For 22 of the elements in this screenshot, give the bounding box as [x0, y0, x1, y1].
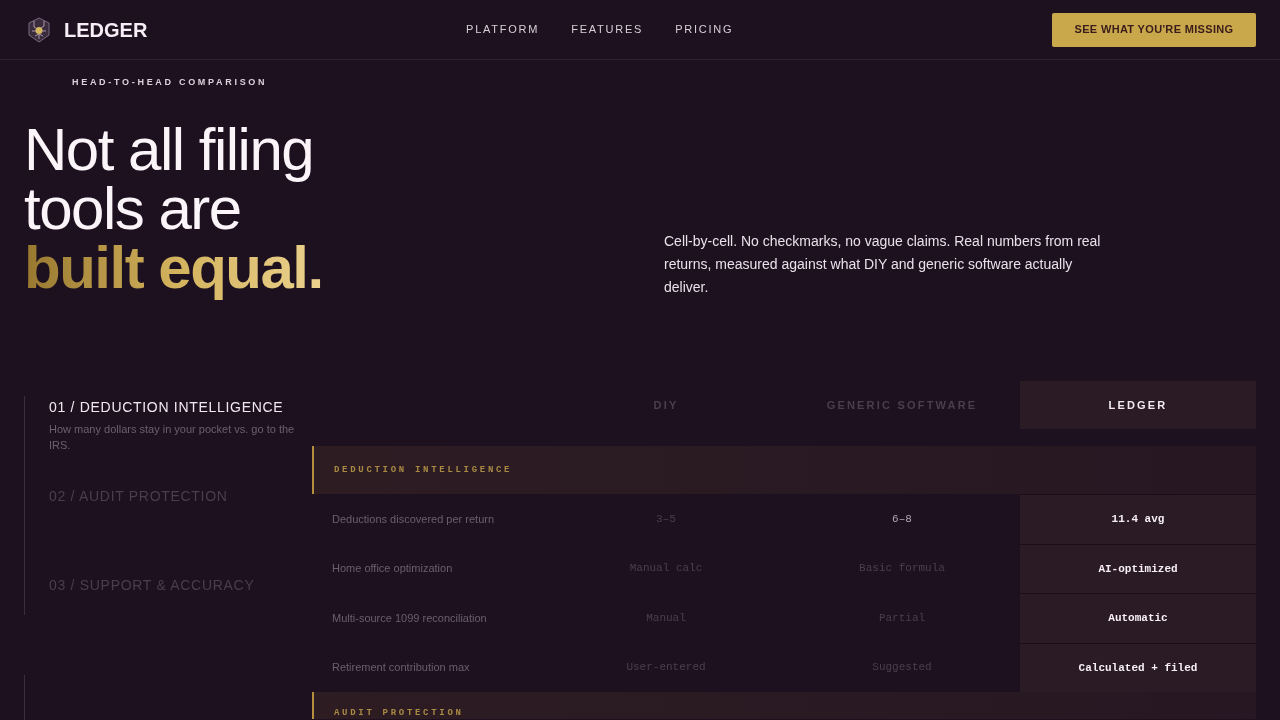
- table-cell: 11.4 avg: [1020, 494, 1256, 544]
- row-label: Retirement contribution max: [331, 660, 471, 675]
- eyebrow-label: HEAD-TO-HEAD COMPARISON: [72, 76, 268, 88]
- row-label: Home office optimization: [331, 561, 454, 576]
- table-cell-text: 6–8: [891, 511, 913, 527]
- column-header: LEDGER: [1020, 381, 1256, 429]
- brand-name: LEDGER: [64, 17, 148, 42]
- cta-button[interactable]: SEE WHAT YOU'RE MISSING: [1052, 12, 1256, 47]
- shield-icon: [28, 16, 50, 43]
- intro-paragraph: Cell-by-cell. No checkmarks, no vague claims. Real numbers from real returns, measured against what DIY and generic software actually deliver.: [664, 232, 1102, 297]
- section-title: AUDIT PROTECTION: [334, 708, 464, 718]
- category-nav-item[interactable]: 01 / DEDUCTION INTELLIGENCE: [49, 397, 300, 417]
- row-label: Deductions discovered per return: [331, 511, 496, 527]
- nav-link[interactable]: PRICING: [675, 21, 734, 38]
- nav-link[interactable]: FEATURES: [571, 21, 644, 38]
- table-cell: AI-optimized: [1020, 543, 1256, 593]
- nav-link[interactable]: PLATFORM: [466, 21, 540, 38]
- section-title: DEDUCTION INTELLIGENCE: [334, 465, 513, 475]
- table-cell: Calculated + filed: [1020, 642, 1256, 692]
- category-description: How many dollars stay in your pocket vs. go to the IRS.: [49, 422, 296, 453]
- row-label: Multi-source 1099 reconciliation: [331, 610, 488, 626]
- table-cell: Automatic: [1020, 593, 1256, 643]
